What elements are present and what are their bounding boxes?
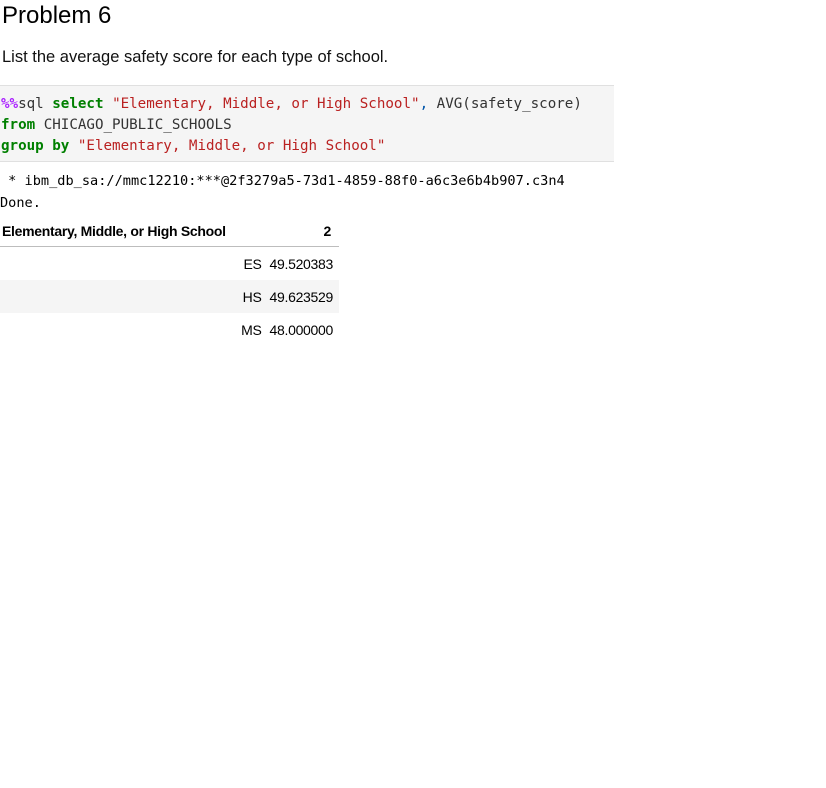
output-connection-line: * ibm_db_sa://mmc12210:***@2f3279a5-73d1…: [0, 173, 565, 189]
code-line-2: from CHICAGO_PUBLIC_SCHOOLS: [1, 115, 232, 136]
table-cell-avg-score: 49.520383: [269, 255, 334, 272]
table-row: HS 49.623529: [0, 280, 339, 313]
column-header: Elementary, Middle, or High School: [0, 215, 268, 247]
table-cell-avg-score: 49.623529: [267, 280, 339, 313]
string-column: "Elementary, Middle, or High School": [69, 138, 386, 154]
keyword-select: select: [52, 96, 104, 112]
table-name: CHICAGO_PUBLIC_SCHOOLS: [35, 117, 232, 133]
cell-magic: %%: [1, 96, 19, 112]
table-row: ES 49.520383: [0, 247, 339, 281]
markdown-description: List the average safety score for each t…: [2, 48, 389, 66]
code-cell-input[interactable]: %%sql select "Elementary, Middle, or Hig…: [0, 85, 614, 162]
avg-expression: AVG(safety_score): [428, 96, 582, 112]
keyword-from: from: [1, 117, 36, 133]
table-cell-school-type: HS: [0, 280, 268, 313]
magic-command: sql: [18, 96, 53, 112]
string-column: "Elementary, Middle, or High School": [112, 96, 420, 112]
column-header: 2: [267, 215, 339, 247]
result-table: Elementary, Middle, or High School 2 ES …: [0, 215, 339, 346]
table-cell-school-type: ES: [243, 255, 262, 272]
code-line-3: group by "Elementary, Middle, or High Sc…: [1, 136, 385, 157]
table-row: MS 48.000000: [0, 313, 339, 346]
output-status-line: Done.: [0, 195, 41, 211]
table-cell-avg-score: 48.000000: [269, 321, 334, 338]
table-cell-school-type: MS: [241, 321, 262, 338]
markdown-heading: Problem 6: [2, 2, 112, 29]
table-header-row: Elementary, Middle, or High School 2: [0, 215, 339, 247]
comma: ,: [419, 96, 429, 112]
code-line-1: %%sql select "Elementary, Middle, or Hig…: [1, 94, 582, 115]
keyword-group-by: group by: [1, 138, 70, 154]
